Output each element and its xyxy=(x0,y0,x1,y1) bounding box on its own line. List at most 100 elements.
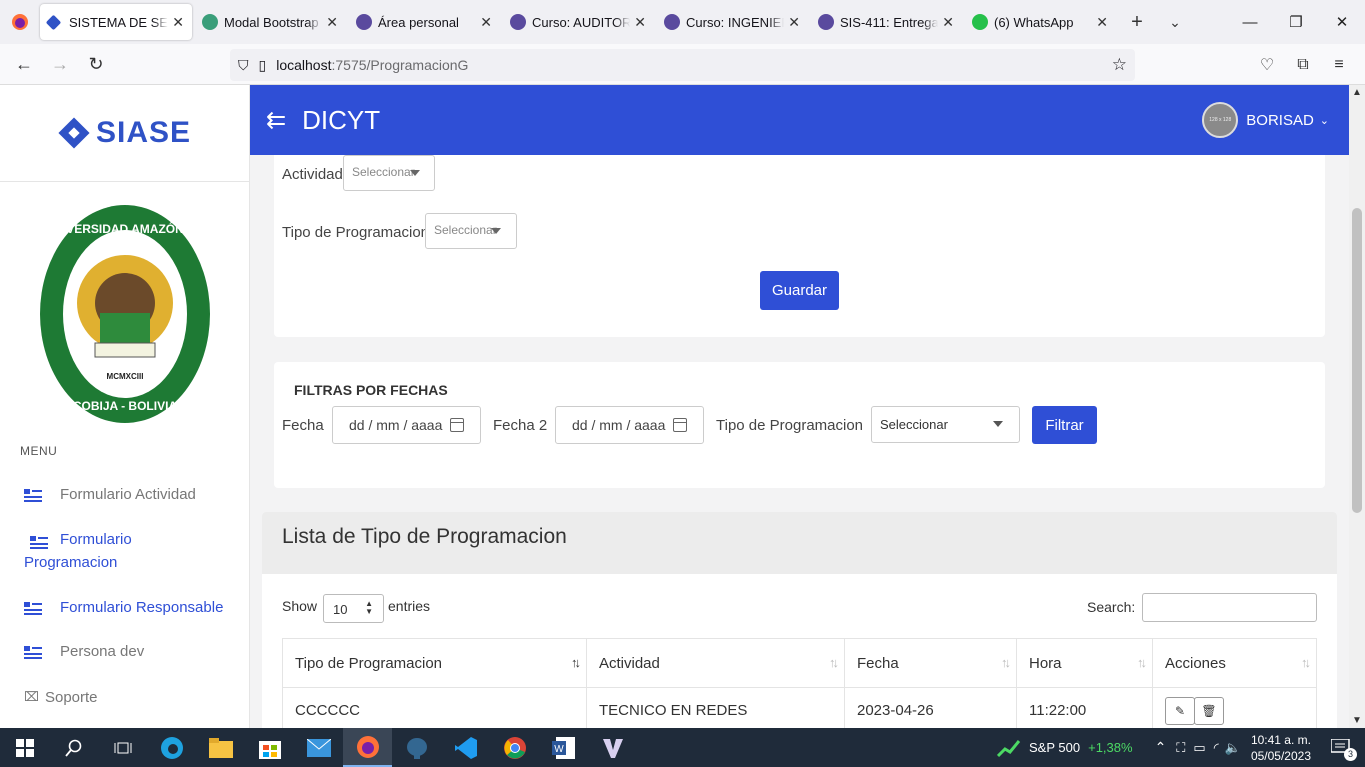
user-menu[interactable]: 128 x 128 BORISAD ⌄ xyxy=(1202,102,1329,138)
filter-tipo-value: Seleccionar xyxy=(880,417,948,432)
scroll-down-icon[interactable]: ▼ xyxy=(1352,715,1362,726)
browser-tab-bar: SISTEMA DE SEGUIMIENTO✕ Modal Bootstrap … xyxy=(0,0,1365,44)
close-icon[interactable]: ✕ xyxy=(326,14,338,31)
svg-text:W: W xyxy=(554,744,564,755)
stock-name[interactable]: S&P 500 xyxy=(1029,740,1080,755)
sidebar-item-formulario-actividad[interactable]: Formulario Actividad xyxy=(24,486,196,503)
brand-logo[interactable]: SIASE xyxy=(0,85,249,182)
edit-pencil-icon[interactable]: ✎ xyxy=(1165,696,1195,725)
pgadmin-elephant-icon[interactable] xyxy=(392,728,441,767)
tab-1[interactable]: Modal Bootstrap ejemplo✕ xyxy=(194,4,346,40)
fecha-date-input[interactable]: dd / mm / aaaa xyxy=(332,406,481,444)
tab-3[interactable]: Curso: AUDITORIA✕ xyxy=(502,4,654,40)
close-icon[interactable]: ✕ xyxy=(172,14,184,31)
table-row: CCCCCC TECNICO EN REDES 2023-04-26 11:22… xyxy=(282,687,1317,728)
search-icon[interactable] xyxy=(49,728,98,767)
firefox-taskbar-icon[interactable] xyxy=(343,728,392,767)
column-label: Hora xyxy=(1029,654,1062,672)
word-icon[interactable]: W xyxy=(539,728,588,767)
column-header-tipo[interactable]: Tipo de Programacion ↑↓ xyxy=(282,638,587,688)
edge-icon[interactable] xyxy=(147,728,196,767)
close-icon[interactable]: ✕ xyxy=(788,14,800,31)
sidebar-item-formulario-responsable[interactable]: Formulario Responsable xyxy=(24,599,223,616)
extensions-icon[interactable]: ⧉ xyxy=(1285,49,1321,81)
url-path: :7575/ProgramacionG xyxy=(331,57,469,73)
pocket-icon[interactable]: ♡ xyxy=(1249,49,1285,81)
chevron-up-icon[interactable]: ⌃ xyxy=(1155,739,1167,756)
minimize-icon[interactable]: — xyxy=(1227,0,1273,44)
fecha2-date-input[interactable]: dd / mm / aaaa xyxy=(555,406,704,444)
notification-icon[interactable]: 3 xyxy=(1329,733,1359,763)
collapse-sidebar-icon[interactable]: ⇇ xyxy=(266,106,286,135)
diamond-logo-icon xyxy=(58,117,90,149)
list-icon xyxy=(24,602,42,615)
column-header-fecha[interactable]: Fecha ↑↓ xyxy=(844,638,1017,688)
volume-icon[interactable]: 🔈 xyxy=(1225,740,1241,756)
close-icon[interactable]: ✕ xyxy=(1096,14,1108,31)
wifi-icon[interactable]: ◜ xyxy=(1214,740,1219,756)
menu-heading: MENU xyxy=(20,444,58,458)
calendar-icon[interactable] xyxy=(673,418,688,432)
page-scrollbar[interactable]: ▲ ▼ xyxy=(1349,85,1365,728)
file-explorer-icon[interactable] xyxy=(196,728,245,767)
meet-now-icon[interactable]: ⛶ xyxy=(1176,740,1185,756)
sort-icon: ↑↓ xyxy=(1001,655,1011,670)
entries-label: entries xyxy=(388,598,431,614)
reload-icon[interactable]: ↻ xyxy=(78,48,114,80)
calendar-icon[interactable] xyxy=(450,418,465,432)
forward-arrow-icon[interactable]: → xyxy=(42,48,78,80)
column-label: Actividad xyxy=(599,654,660,672)
sidebar-item-formulario-programacion[interactable]: Formulario Programacion xyxy=(24,531,224,574)
entries-select[interactable]: 10 ▲ ▼ xyxy=(323,594,384,623)
tab-title: SIS-411: Entrega: E xyxy=(840,14,939,30)
clock[interactable]: 10:41 a. m. 05/05/2023 xyxy=(1251,732,1311,764)
windows-start-icon[interactable] xyxy=(0,728,49,767)
window-close-icon[interactable]: ✕ xyxy=(1319,0,1365,44)
close-icon[interactable]: ✕ xyxy=(634,14,646,31)
tipo-select-value: Seleccionar xyxy=(434,223,497,237)
firefox-icon[interactable] xyxy=(0,0,40,44)
close-icon[interactable]: ✕ xyxy=(480,14,492,31)
close-icon[interactable]: ✕ xyxy=(942,14,954,31)
tab-list-chevron-icon[interactable]: ⌄ xyxy=(1156,14,1194,31)
column-header-acciones[interactable]: Acciones ↑↓ xyxy=(1152,638,1317,688)
column-label: Fecha xyxy=(857,654,899,672)
visual-studio-icon[interactable] xyxy=(588,728,637,767)
tab-5[interactable]: SIS-411: Entrega: E✕ xyxy=(810,4,962,40)
filter-card: FILTRAS POR FECHAS Fecha dd / mm / aaaa … xyxy=(274,362,1325,488)
caret-down-icon xyxy=(993,421,1003,427)
battery-icon[interactable]: ▭ xyxy=(1193,740,1205,756)
scroll-up-icon[interactable]: ▲ xyxy=(1352,87,1362,98)
delete-trash-icon[interactable]: 🗑 xyxy=(1194,696,1224,725)
app-header: ⇇ DICYT 128 x 128 BORISAD ⌄ xyxy=(250,85,1349,155)
task-view-icon[interactable] xyxy=(98,728,147,767)
vscode-icon[interactable] xyxy=(441,728,490,767)
back-arrow-icon[interactable]: ← xyxy=(6,48,42,80)
tab-2[interactable]: Área personal ✕ xyxy=(348,4,500,40)
tab-6[interactable]: (6) WhatsApp ✕ xyxy=(964,4,1116,40)
sidebar-item-soporte[interactable]: ⌧ Soporte xyxy=(24,689,98,706)
bookmark-star-icon[interactable]: ☆ xyxy=(1112,55,1127,75)
sidebar-item-persona-dev[interactable]: Persona dev xyxy=(24,643,144,660)
column-header-hora[interactable]: Hora ↑↓ xyxy=(1016,638,1153,688)
sidebar-item-label: Persona dev xyxy=(60,643,145,660)
store-icon[interactable] xyxy=(245,728,294,767)
actividad-select[interactable]: Seleccionar xyxy=(343,155,435,191)
restore-icon[interactable]: ❐ xyxy=(1273,0,1319,44)
chrome-icon[interactable] xyxy=(490,728,539,767)
sidebar-item-label: Formulario Responsable xyxy=(60,599,224,616)
filter-button[interactable]: Filtrar xyxy=(1032,406,1097,444)
search-input[interactable] xyxy=(1142,593,1317,622)
address-bar[interactable]: ⛉ ▯ localhost:7575/ProgramacionG ☆ xyxy=(230,49,1135,81)
column-header-actividad[interactable]: Actividad ↑↓ xyxy=(586,638,845,688)
scroll-thumb[interactable] xyxy=(1352,208,1362,513)
tab-4[interactable]: Curso: INGENIERIA✕ xyxy=(656,4,808,40)
hamburger-menu-icon[interactable]: ≡ xyxy=(1321,49,1357,81)
tipo-programacion-select[interactable]: Seleccionar xyxy=(425,213,517,249)
tab-0[interactable]: SISTEMA DE SEGUIMIENTO✕ xyxy=(40,4,192,40)
mail-icon[interactable] xyxy=(294,728,343,767)
new-tab-button[interactable]: + xyxy=(1118,11,1156,34)
shield-icon[interactable]: ⛉ xyxy=(238,57,249,74)
save-button[interactable]: Guardar xyxy=(760,271,839,310)
fecha-label: Fecha xyxy=(282,417,324,434)
